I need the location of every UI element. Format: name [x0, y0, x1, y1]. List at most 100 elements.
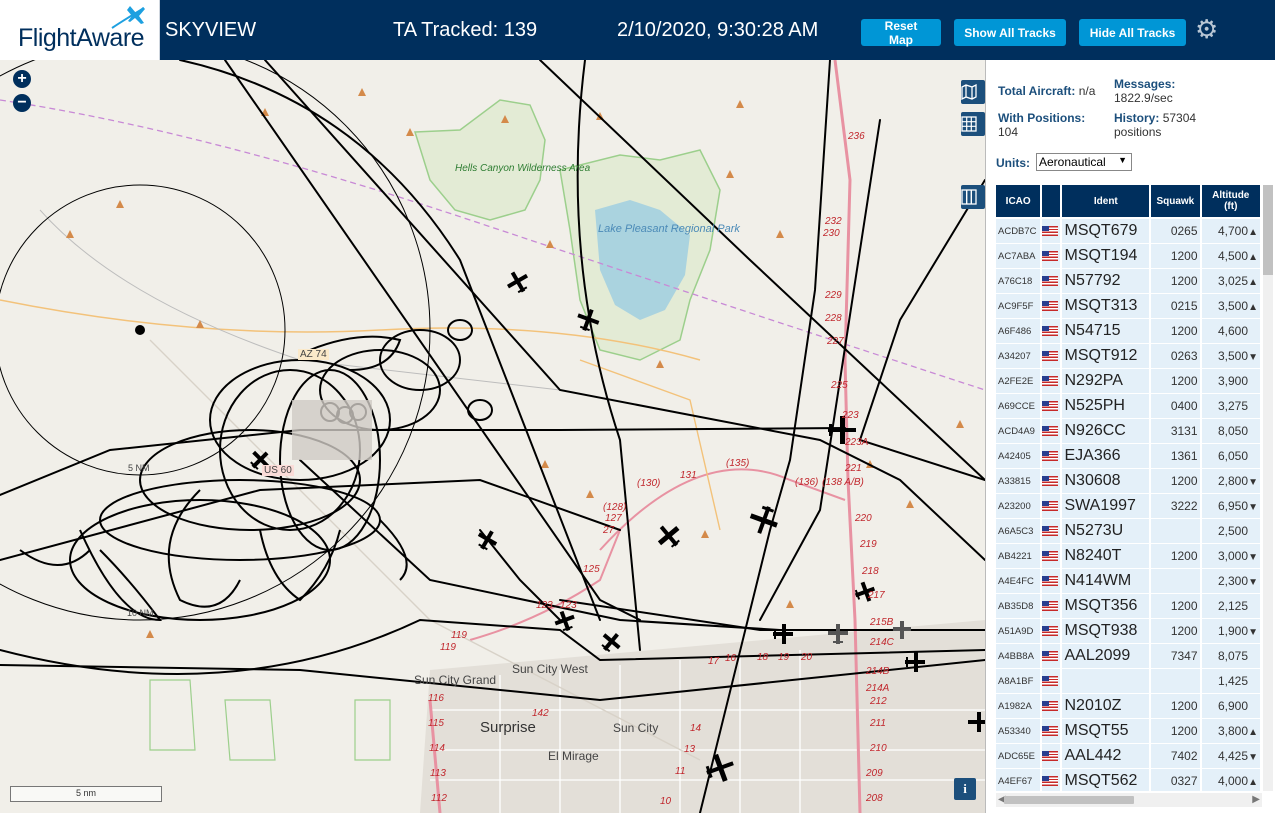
map-view[interactable]: Hells Canyon Wilderness Area Lake Pleasa… — [0, 60, 985, 813]
table-row[interactable]: A23200 SWA1997 3222 6,950▼ — [996, 494, 1260, 519]
altitude-value: 3,800 — [1217, 724, 1248, 738]
road-label: 214C — [870, 637, 894, 648]
altitude-cell: 6,900 — [1201, 694, 1260, 719]
top-header: FlightAware SKYVIEW TA Tracked: 139 2/10… — [0, 0, 1275, 60]
table-row[interactable]: A1982A N2010Z 1200 6,900 — [996, 694, 1260, 719]
receiver-location — [135, 325, 145, 335]
altitude-cell: 3,800▲ — [1201, 719, 1260, 744]
column-header-icao[interactable]: ICAO — [996, 185, 1041, 219]
table-row[interactable]: A8A1BF 1,425 — [996, 669, 1260, 694]
altitude-trend-icon: ▼ — [1248, 627, 1258, 638]
altitude-cell: 2,800▼ — [1201, 469, 1260, 494]
table-row[interactable]: A53340 MSQT55 1200 3,800▲ — [996, 719, 1260, 744]
squawk-cell: 1200 — [1151, 694, 1200, 719]
icao-cell: A4EF67 — [996, 769, 1041, 791]
road-label: (136) — [795, 477, 819, 488]
table-row[interactable]: A6A5C3 N5273U 2,500 — [996, 519, 1260, 544]
road-label: 211 — [870, 718, 886, 729]
table-row[interactable]: A4EF67 MSQT562 0327 4,000▲ — [996, 769, 1260, 791]
column-header-flag[interactable] — [1042, 185, 1061, 219]
squawk-cell: 1361 — [1151, 444, 1200, 469]
road-label: 227 — [827, 336, 844, 347]
column-header-ident[interactable]: Ident — [1062, 185, 1150, 219]
units-select[interactable]: Aeronautical ▼ — [1036, 153, 1132, 171]
flightaware-logo[interactable]: FlightAware — [0, 0, 160, 60]
units-selected-value: Aeronautical — [1039, 155, 1106, 169]
range-label-5nm: 5 NM — [128, 463, 150, 473]
table-row[interactable]: A51A9D MSQT938 1200 1,900▼ — [996, 619, 1260, 644]
table-row[interactable]: A2FE2E N292PA 1200 3,900 — [996, 369, 1260, 394]
info-icon[interactable]: i — [954, 778, 976, 800]
table-row[interactable]: AB35D8 MSQT356 1200 2,125 — [996, 594, 1260, 619]
table-row[interactable]: A42405 EJA366 1361 6,050 — [996, 444, 1260, 469]
column-header-squawk[interactable]: Squawk — [1151, 185, 1200, 219]
gear-icon[interactable]: ⚙ — [1195, 16, 1218, 42]
altitude-value: 3,500 — [1217, 349, 1248, 363]
datetime-display: 2/10/2020, 9:30:28 AM — [617, 19, 819, 41]
road-label: 131 — [680, 470, 697, 481]
road-label: (138 A/B) — [822, 477, 864, 488]
table-row[interactable]: ADC65E AAL442 7402 4,425▼ — [996, 744, 1260, 769]
table-row[interactable]: ACD4A9 N926CC 3131 8,050 — [996, 419, 1260, 444]
reset-map-button[interactable]: Reset Map — [861, 19, 941, 47]
us-flag-icon — [1042, 744, 1061, 769]
table-row[interactable]: AC7ABA MSQT194 1200 4,500▲ — [996, 244, 1260, 269]
zoom-out-button[interactable]: − — [13, 94, 31, 112]
road-label: (135) — [726, 458, 750, 469]
aircraft-table-container[interactable]: ICAO Ident Squawk Altitude (ft) ACDB7C MS… — [996, 185, 1262, 791]
with-positions-value: 104 — [998, 125, 1019, 139]
show-all-tracks-button[interactable]: Show All Tracks — [954, 19, 1066, 46]
horizontal-scroll-thumb[interactable] — [1004, 796, 1134, 804]
icao-cell: A6A5C3 — [996, 519, 1041, 544]
squawk-cell: 1200 — [1151, 544, 1200, 569]
table-row[interactable]: AC9F5F MSQT313 0215 3,500▲ — [996, 294, 1260, 319]
table-row[interactable]: A34207 MSQT912 0263 3,500▼ — [996, 344, 1260, 369]
road-label: 115 — [428, 718, 444, 729]
road-label: 113 — [430, 768, 446, 779]
us-flag-icon — [1042, 569, 1061, 594]
app-title: SKYVIEW — [165, 19, 257, 41]
column-header-altitude[interactable]: Altitude (ft) — [1201, 185, 1260, 219]
squawk-cell: 0263 — [1151, 344, 1200, 369]
squawk-cell: 7402 — [1151, 744, 1200, 769]
vertical-scrollbar[interactable] — [1263, 185, 1273, 791]
road-label: 119 — [451, 630, 467, 641]
ident-cell: N57792 — [1062, 269, 1150, 294]
squawk-cell: 7347 — [1151, 644, 1200, 669]
table-row[interactable]: ACDB7C MSQT679 0265 4,700▲ — [996, 219, 1260, 244]
zoom-in-button[interactable]: + — [13, 70, 31, 88]
table-row[interactable]: AB4221 N8240T 1200 3,000▼ — [996, 544, 1260, 569]
us-flag-icon — [1042, 319, 1061, 344]
hide-all-tracks-button[interactable]: Hide All Tracks — [1079, 19, 1186, 46]
altitude-cell: 1,425 — [1201, 669, 1260, 694]
us-flag-icon — [1042, 694, 1061, 719]
icao-cell: AC7ABA — [996, 244, 1041, 269]
table-row[interactable]: A6F486 N54715 1200 4,600 — [996, 319, 1260, 344]
road-label: 112 — [431, 793, 447, 804]
altitude-cell: 4,500▲ — [1201, 244, 1260, 269]
hells-canyon-park — [413, 99, 546, 221]
columns-toggle-button[interactable] — [961, 185, 985, 209]
altitude-value: 2,125 — [1217, 599, 1248, 613]
table-row[interactable]: A4E4FC N414WM 2,300▼ — [996, 569, 1260, 594]
road-label: 232 — [825, 216, 842, 227]
ident-cell: MSQT313 — [1062, 294, 1150, 319]
horizontal-scrollbar[interactable]: ◀ ▶ — [996, 793, 1262, 807]
vertical-scroll-thumb[interactable] — [1263, 185, 1273, 275]
ident-cell: N292PA — [1062, 369, 1150, 394]
map-layers-button[interactable] — [961, 80, 985, 104]
table-row[interactable]: A69CCE N525PH 0400 3,275 — [996, 394, 1260, 419]
road-label: 221 — [845, 463, 862, 474]
table-row[interactable]: A76C18 N57792 1200 3,025▲ — [996, 269, 1260, 294]
grid-toggle-button[interactable] — [961, 112, 985, 136]
altitude-cell: 3,275 — [1201, 394, 1260, 419]
table-row[interactable]: A33815 N30608 1200 2,800▼ — [996, 469, 1260, 494]
altitude-value: 3,275 — [1217, 399, 1248, 413]
total-aircraft-value: n/a — [1078, 84, 1096, 98]
ident-cell: MSQT562 — [1062, 769, 1150, 791]
units-label: Units: — [996, 156, 1030, 170]
table-row[interactable]: A4BB8A AAL2099 7347 8,075 — [996, 644, 1260, 669]
ident-cell: MSQT679 — [1062, 219, 1150, 244]
icao-cell: ADC65E — [996, 744, 1041, 769]
scroll-right-icon[interactable]: ▶ — [1252, 793, 1260, 807]
